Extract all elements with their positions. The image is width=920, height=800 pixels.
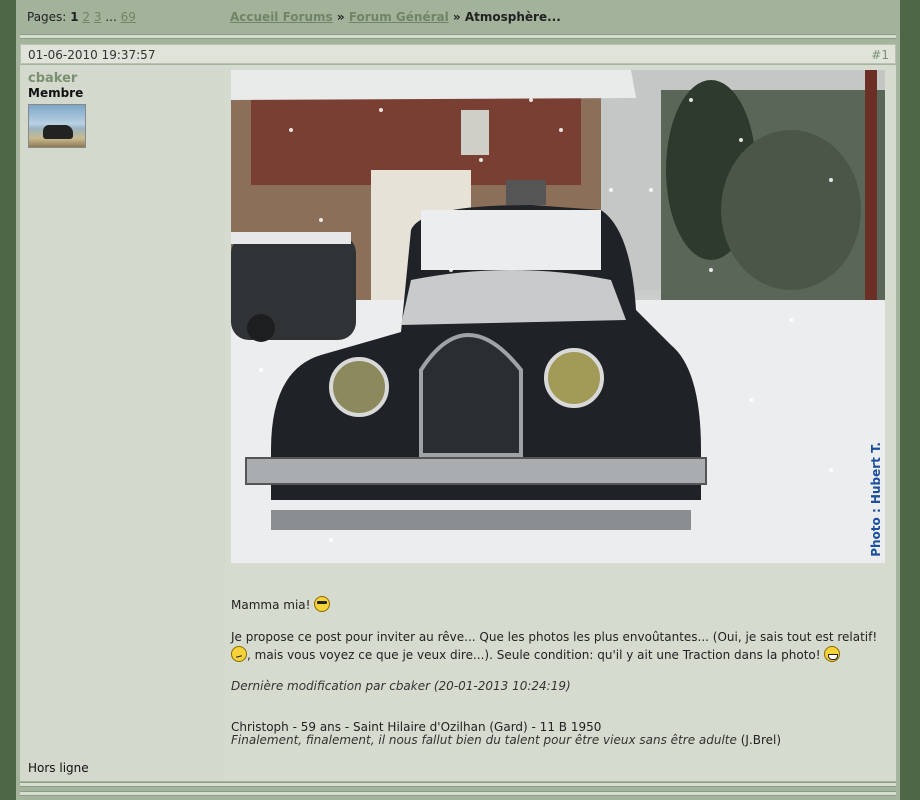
photo-credit: Photo : Hubert T. (869, 442, 883, 557)
post-text: Mamma mia! (231, 598, 311, 612)
forum-page: Pages: 1 2 3 ... 69 Accueil Forums » For… (16, 0, 900, 800)
signature-quote-block: Finalement, finalement, il nous fallut b… (231, 733, 881, 748)
post-content: Photo : Hubert T. Mamma mia! Je propose … (226, 65, 896, 781)
divider (20, 791, 896, 796)
divider (20, 34, 896, 39)
post-paragraph: Je propose ce post pour inviter au rêve.… (231, 629, 881, 664)
post-date: 01-06-2010 19:37:57 (28, 48, 156, 62)
breadcrumb-separator: » (452, 10, 461, 24)
avatar (28, 104, 86, 148)
confused-smiley-icon (231, 646, 247, 662)
pagination-link-last[interactable]: 69 (121, 10, 136, 24)
post-text: , mais vous voyez ce que je veux dire...… (247, 648, 821, 662)
post-number-link[interactable]: #1 (871, 48, 889, 62)
cool-smiley-icon (314, 596, 331, 612)
breadcrumb: Accueil Forums » Forum Général » Atmosph… (230, 10, 561, 24)
breadcrumb-current: Atmosphère... (464, 10, 561, 24)
post-text: Je propose ce post pour inviter au rêve.… (231, 630, 878, 644)
pagination: Pages: 1 2 3 ... 69 (27, 10, 136, 24)
pagination-link-2[interactable]: 2 (82, 10, 90, 24)
pagination-ellipsis: ... (105, 10, 117, 24)
post-author-panel: cbaker Membre Hors ligne (20, 65, 225, 781)
signature-quote-author: (J.Brel) (740, 733, 782, 747)
author-status: Hors ligne (28, 761, 89, 775)
post-line-1: Mamma mia! (231, 596, 881, 614)
post-body: cbaker Membre Hors ligne Photo: Hubert … (20, 65, 896, 781)
author-role: Membre (28, 86, 84, 100)
post-header: 01-06-2010 19:37:57 #1 (20, 44, 896, 64)
signature-quote: Finalement, finalement, il nous fallut b… (231, 733, 737, 747)
breadcrumb-separator: » (336, 10, 345, 24)
pagination-current: 1 (70, 10, 79, 24)
grin-smiley-icon (824, 646, 841, 662)
pagination-link-3[interactable]: 3 (94, 10, 102, 24)
post-photo: Photo : Hubert T. (231, 70, 885, 563)
pagination-label: Pages: (27, 10, 67, 24)
top-bar: Pages: 1 2 3 ... 69 Accueil Forums » For… (16, 0, 900, 34)
divider (20, 782, 896, 787)
breadcrumb-forum[interactable]: Forum Général (349, 10, 449, 24)
breadcrumb-home[interactable]: Accueil Forums (230, 10, 333, 24)
author-username[interactable]: cbaker (28, 71, 77, 86)
edit-notice: Dernière modification par cbaker (20-01-… (231, 679, 571, 693)
